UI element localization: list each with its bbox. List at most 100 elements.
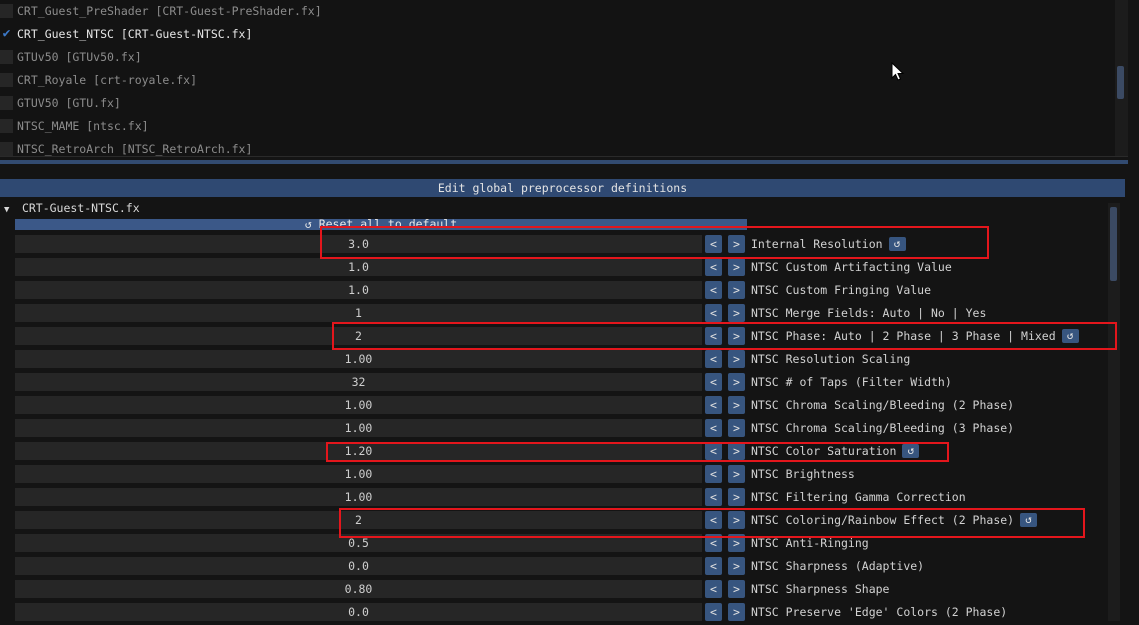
definition-value: 32 [351,375,366,389]
increment-button[interactable]: > [728,373,745,391]
decrement-button[interactable]: < [705,396,722,414]
definition-label: NTSC Merge Fields: Auto | No | Yes [751,304,986,322]
definition-label-text: NTSC # of Taps (Filter Width) [751,375,952,389]
definition-label-text: NTSC Chroma Scaling/Bleeding (3 Phase) [751,421,1015,435]
highlight-box-rainbow-effect [339,508,1085,538]
definition-value: 0.80 [344,582,373,596]
decrement-button[interactable]: < [705,465,722,483]
definition-label-text: NTSC Anti-Ringing [751,536,869,550]
definition-label: NTSC Chroma Scaling/Bleeding (2 Phase) [751,396,1014,414]
definition-value: 1.00 [344,467,373,481]
preprocessor-section-header[interactable]: Edit global preprocessor definitions [0,179,1125,197]
tree-node-crt-guest-ntsc[interactable]: ▼ CRT-Guest-NTSC.fx [4,200,140,216]
definition-value-input[interactable]: 1 [15,304,702,322]
reset-icon: ↺ [304,219,312,230]
definition-value-input[interactable]: 32 [15,373,702,391]
definition-list-scrollbar-thumb[interactable] [1110,207,1117,281]
effect-row[interactable]: CRT_Guest_PreShader [CRT-Guest-PreShader… [0,0,1110,22]
effect-list-scrollbar-thumb[interactable] [1117,66,1124,99]
effect-label: GTUV50 [GTU.fx] [17,96,121,110]
highlight-box-ntsc-phase [332,322,1117,350]
definition-label-text: NTSC Preserve 'Edge' Colors (2 Phase) [751,605,1008,619]
definition-value-input[interactable]: 1.00 [15,350,702,368]
definition-value: 1 [355,306,362,320]
definition-label-text: NTSC Chroma Scaling/Bleeding (2 Phase) [751,398,1015,412]
increment-button[interactable]: > [728,419,745,437]
decrement-button[interactable]: < [705,373,722,391]
decrement-button[interactable]: < [705,603,722,621]
increment-button[interactable]: > [728,488,745,506]
definition-value-input[interactable]: 1.00 [15,396,702,414]
definition-value-input[interactable]: 1.00 [15,488,702,506]
definition-value: 1.00 [344,421,373,435]
effect-checkbox[interactable] [0,96,13,110]
increment-button[interactable]: > [728,557,745,575]
decrement-button[interactable]: < [705,488,722,506]
effect-checkbox[interactable] [0,4,13,18]
increment-button[interactable]: > [728,580,745,598]
definition-label-text: NTSC Sharpness Shape [751,582,890,596]
mouse-cursor-icon [891,62,905,81]
definition-label: NTSC Custom Fringing Value [751,281,931,299]
definition-label-text: NTSC Resolution Scaling [751,352,911,366]
effect-label: GTUv50 [GTUv50.fx] [17,50,142,64]
definition-value-input[interactable]: 1.00 [15,465,702,483]
definition-list-scrollbar[interactable] [1108,203,1120,621]
definition-label-text: NTSC Merge Fields: Auto | No | Yes [751,306,987,320]
increment-button[interactable]: > [728,465,745,483]
highlight-box-color-saturation [326,442,949,462]
decrement-button[interactable]: < [705,557,722,575]
effect-row[interactable]: GTUV50 [GTU.fx] [0,92,1110,114]
effect-checkbox[interactable] [0,73,13,87]
definition-value: 1.00 [344,398,373,412]
tree-node-label: CRT-Guest-NTSC.fx [21,201,140,215]
definition-label-text: NTSC Custom Artifacting Value [751,260,952,274]
increment-button[interactable]: > [728,396,745,414]
increment-button[interactable]: > [728,281,745,299]
effect-label: NTSC_MAME [ntsc.fx] [17,119,149,133]
definition-label-text: NTSC Custom Fringing Value [751,283,932,297]
definition-label: NTSC Sharpness Shape [751,580,889,598]
effect-row[interactable]: NTSC_MAME [ntsc.fx] [0,115,1110,137]
decrement-button[interactable]: < [705,419,722,437]
definition-label-text: NTSC Sharpness (Adaptive) [751,559,925,573]
effect-label: CRT_Guest_PreShader [CRT-Guest-PreShader… [17,4,322,18]
definition-value-input[interactable]: 1.0 [15,281,702,299]
definition-value: 1.0 [348,283,369,297]
effect-row[interactable]: ✔ CRT_Guest_NTSC [CRT-Guest-NTSC.fx] [0,23,1110,45]
effect-checkbox[interactable]: ✔ [0,27,13,41]
definition-value-input[interactable]: 0.0 [15,603,702,621]
definition-value-input[interactable]: 1.0 [15,258,702,276]
definition-value-input[interactable]: 1.00 [15,419,702,437]
effect-list-scrollbar[interactable] [1115,0,1128,157]
definition-label: NTSC Brightness [751,465,855,483]
definition-label: NTSC Custom Artifacting Value [751,258,952,276]
effect-checkbox[interactable] [0,50,13,64]
decrement-button[interactable]: < [705,258,722,276]
decrement-button[interactable]: < [705,580,722,598]
definition-value: 1.00 [344,490,373,504]
effect-row[interactable]: CRT_Royale [crt-royale.fx] [0,69,1110,91]
definition-label: NTSC Sharpness (Adaptive) [751,557,924,575]
increment-button[interactable]: > [728,258,745,276]
effect-checkbox[interactable] [0,142,13,156]
checkmark-icon: ✔ [2,26,11,41]
effect-checkbox[interactable] [0,119,13,133]
effect-label: CRT_Royale [crt-royale.fx] [17,73,198,87]
definition-label: NTSC Resolution Scaling [751,350,910,368]
increment-button[interactable]: > [728,350,745,368]
increment-button[interactable]: > [728,304,745,322]
definition-label: NTSC Chroma Scaling/Bleeding (3 Phase) [751,419,1014,437]
increment-button[interactable]: > [728,603,745,621]
decrement-button[interactable]: < [705,304,722,322]
collapse-arrow-icon[interactable]: ▼ [4,202,15,218]
definition-value-input[interactable]: 0.0 [15,557,702,575]
definition-label: NTSC Preserve 'Edge' Colors (2 Phase) [751,603,1007,621]
decrement-button[interactable]: < [705,281,722,299]
decrement-button[interactable]: < [705,350,722,368]
definition-value-input[interactable]: 0.80 [15,580,702,598]
definition-label-text: NTSC Filtering Gamma Correction [751,490,966,504]
pane-splitter[interactable] [0,160,1128,164]
effect-row[interactable]: GTUv50 [GTUv50.fx] [0,46,1110,68]
definition-label: NTSC Filtering Gamma Correction [751,488,966,506]
